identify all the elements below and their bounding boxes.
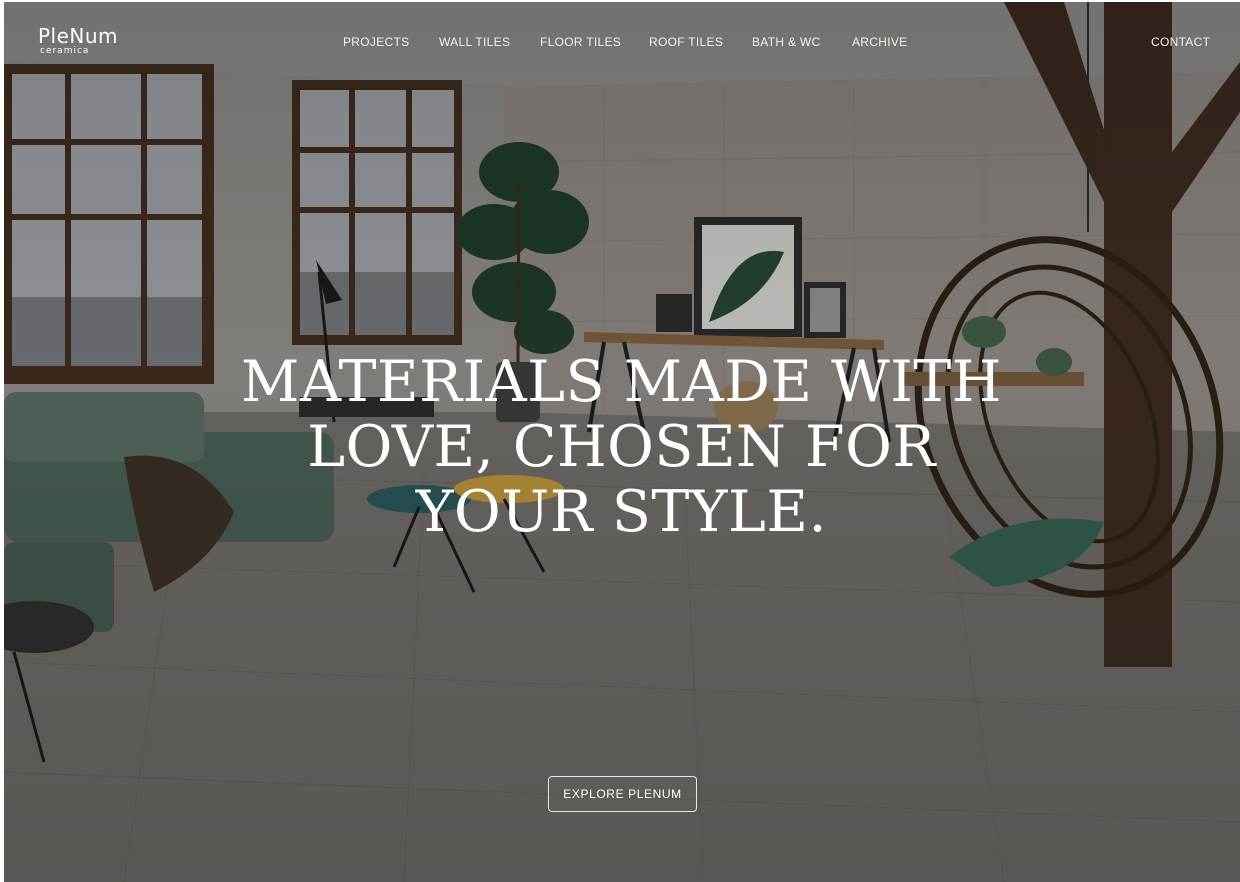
nav-item-roof-tiles[interactable]: ROOF TILES xyxy=(649,35,723,49)
nav-item-projects[interactable]: PROJECTS xyxy=(343,35,409,49)
main-nav: PROJECTS WALL TILES FLOOR TILES ROOF TIL… xyxy=(4,35,1240,55)
nav-item-bath-wc[interactable]: BATH & WC xyxy=(752,35,820,49)
hero-section: PleNum ceramica PROJECTS WALL TILES FLOO… xyxy=(4,2,1240,882)
nav-item-wall-tiles[interactable]: WALL TILES xyxy=(439,35,510,49)
explore-plenum-button[interactable]: EXPLORE PLENUM xyxy=(548,776,697,812)
hero-heading: MATERIALS MADE WITH LOVE, CHOSEN FOR YOU… xyxy=(204,350,1039,545)
hero-heading-line-3: YOUR STYLE. xyxy=(415,479,828,545)
nav-item-floor-tiles[interactable]: FLOOR TILES xyxy=(540,35,621,49)
hero-heading-line-2: LOVE, CHOSEN FOR xyxy=(307,414,936,480)
hero-heading-line-1: MATERIALS MADE WITH xyxy=(241,349,1002,415)
nav-item-archive[interactable]: ARCHIVE xyxy=(852,35,907,49)
nav-item-contact[interactable]: CONTACT xyxy=(1151,35,1210,49)
